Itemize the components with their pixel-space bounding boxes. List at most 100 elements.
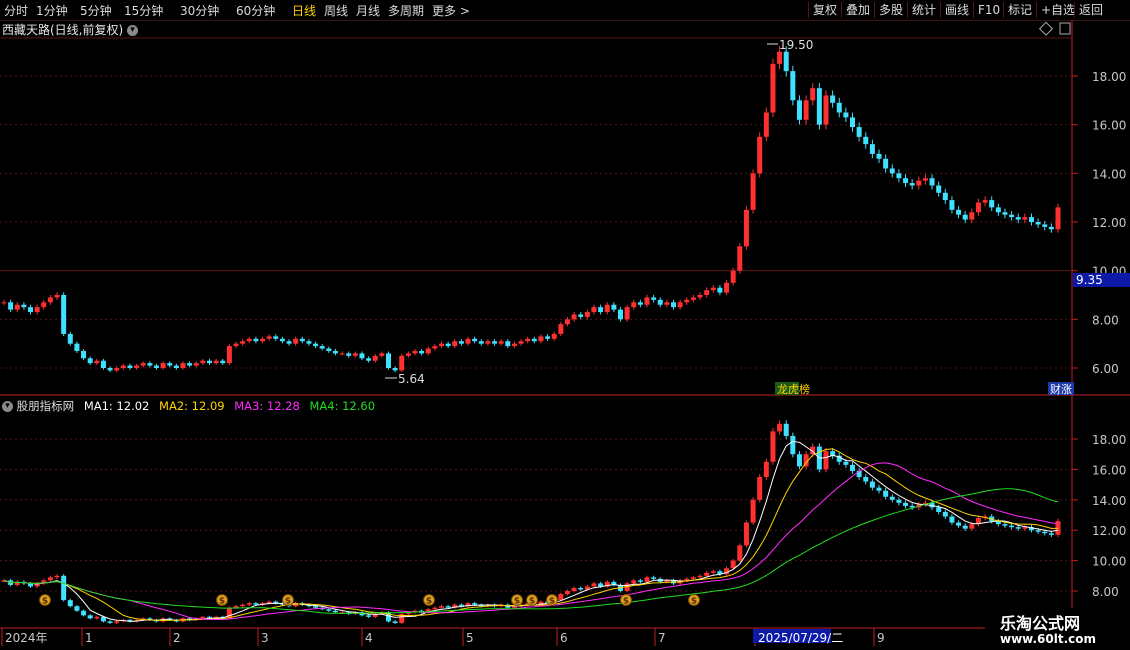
candle-body-132 [876,153,882,159]
candle-body-33 [220,360,226,364]
candle-body-156 [1035,222,1041,225]
candle-body-6 [41,302,47,308]
candle-body-149 [989,200,995,208]
candle-body-36 [240,341,246,344]
candle-body-19 [127,365,133,368]
candle-body-27 [180,363,186,368]
candle-body-85 [564,319,570,325]
ma3-label: MA3: 12.28 [234,399,300,413]
candle-body-136 [903,178,909,184]
timeline-label-8: 2025/07/29/二 [758,631,843,645]
candle-body-48 [319,346,325,349]
ind-body-13 [87,615,93,619]
ind-body-144 [956,522,962,526]
candle-body-126 [836,102,842,113]
candle-body-65 [432,346,438,349]
candle-body-135 [896,173,902,179]
ind-body-84 [558,594,564,601]
candle-body-47 [313,343,319,347]
ind-body-98 [651,577,657,579]
indicator-dropdown-icon[interactable]: ▾ [2,401,13,412]
candle-body-102 [677,302,683,308]
candle-body-49 [326,348,332,351]
candle-body-57 [379,353,385,356]
candle-body-88 [584,312,590,317]
candle-body-151 [1002,212,1008,215]
candle-body-46 [306,341,312,344]
candle-body-34 [226,346,232,364]
candle-body-83 [551,333,557,339]
candle-body-30 [200,360,206,364]
candle-body-117 [777,51,783,64]
diamond-icon [1038,21,1054,36]
bot-tick-label-10: 10.00 [1092,555,1126,569]
ind-body-117 [777,423,783,432]
candle-body-3 [21,304,27,308]
bot-tick-label-16: 16.00 [1092,463,1126,477]
candle-body-82 [545,336,551,339]
ind-body-120 [796,454,802,467]
candle-body-100 [664,302,670,305]
ind-body-16 [107,621,113,623]
timeline-label-1: 1 [85,631,93,645]
indicator-name: 股朋指标网 [16,399,75,413]
ind-body-30 [200,616,206,619]
candle-body-107 [710,287,716,291]
candle-body-131 [869,144,875,154]
timeline-label-9: 9 [877,631,885,645]
bot-tick-label-18: 18.00 [1092,433,1126,447]
candle-body-130 [863,136,869,145]
ind-body-137 [909,505,915,508]
candle-body-128 [850,117,856,128]
candle-body-155 [1028,217,1034,222]
ind-body-115 [763,461,769,477]
ind-body-136 [903,502,909,506]
candle-body-66 [439,343,445,347]
timeline-label-6: 6 [560,631,568,645]
ind-body-47 [313,606,319,608]
ind-body-114 [757,477,763,500]
candle-body-133 [883,158,889,169]
bot-tick-label-12: 12.00 [1092,524,1126,538]
coin-icon-glyph-4: $ [514,597,520,607]
candle-body-7 [47,297,53,303]
ind-body-59 [392,621,398,623]
ind-body-66 [439,606,445,608]
candle-body-71 [472,338,478,342]
candle-body-69 [458,341,464,344]
candle-body-75 [498,341,504,344]
ind-body-112 [743,522,749,546]
ind-body-8 [54,575,60,578]
candle-body-55 [366,358,372,361]
bot-tick-label-14: 14.00 [1092,494,1126,508]
candle-body-97 [644,297,650,305]
coin-icon-glyph-7: $ [623,597,629,607]
ind-body-36 [240,604,246,607]
ind-body-97 [644,577,650,582]
coin-icon-glyph-3: $ [426,597,432,607]
ind-body-107 [710,571,716,573]
caizhang-tag: 财涨 [1050,382,1072,396]
candle-body-76 [505,341,511,347]
candle-body-109 [724,282,730,293]
candle-body-115 [763,112,769,137]
ind-body-131 [869,481,875,488]
candle-body-111 [737,246,743,271]
candle-body-154 [1022,217,1028,220]
ind-body-67 [445,606,451,608]
candle-body-15 [100,360,106,368]
coin-icon-glyph-0: $ [42,597,48,607]
candle-body-54 [359,353,365,359]
candle-body-118 [783,51,789,72]
ind-body-118 [783,423,789,436]
candle-body-125 [830,95,836,103]
timeline-label-2: 2 [173,631,181,645]
ind-body-111 [737,545,743,561]
candle-body-138 [916,180,922,186]
candle-body-73 [485,341,491,344]
ind-body-106 [704,572,710,576]
candle-body-159 [1055,207,1061,230]
ind-body-128 [850,464,856,471]
candle-body-104 [690,297,696,300]
candle-body-152 [1009,214,1015,218]
